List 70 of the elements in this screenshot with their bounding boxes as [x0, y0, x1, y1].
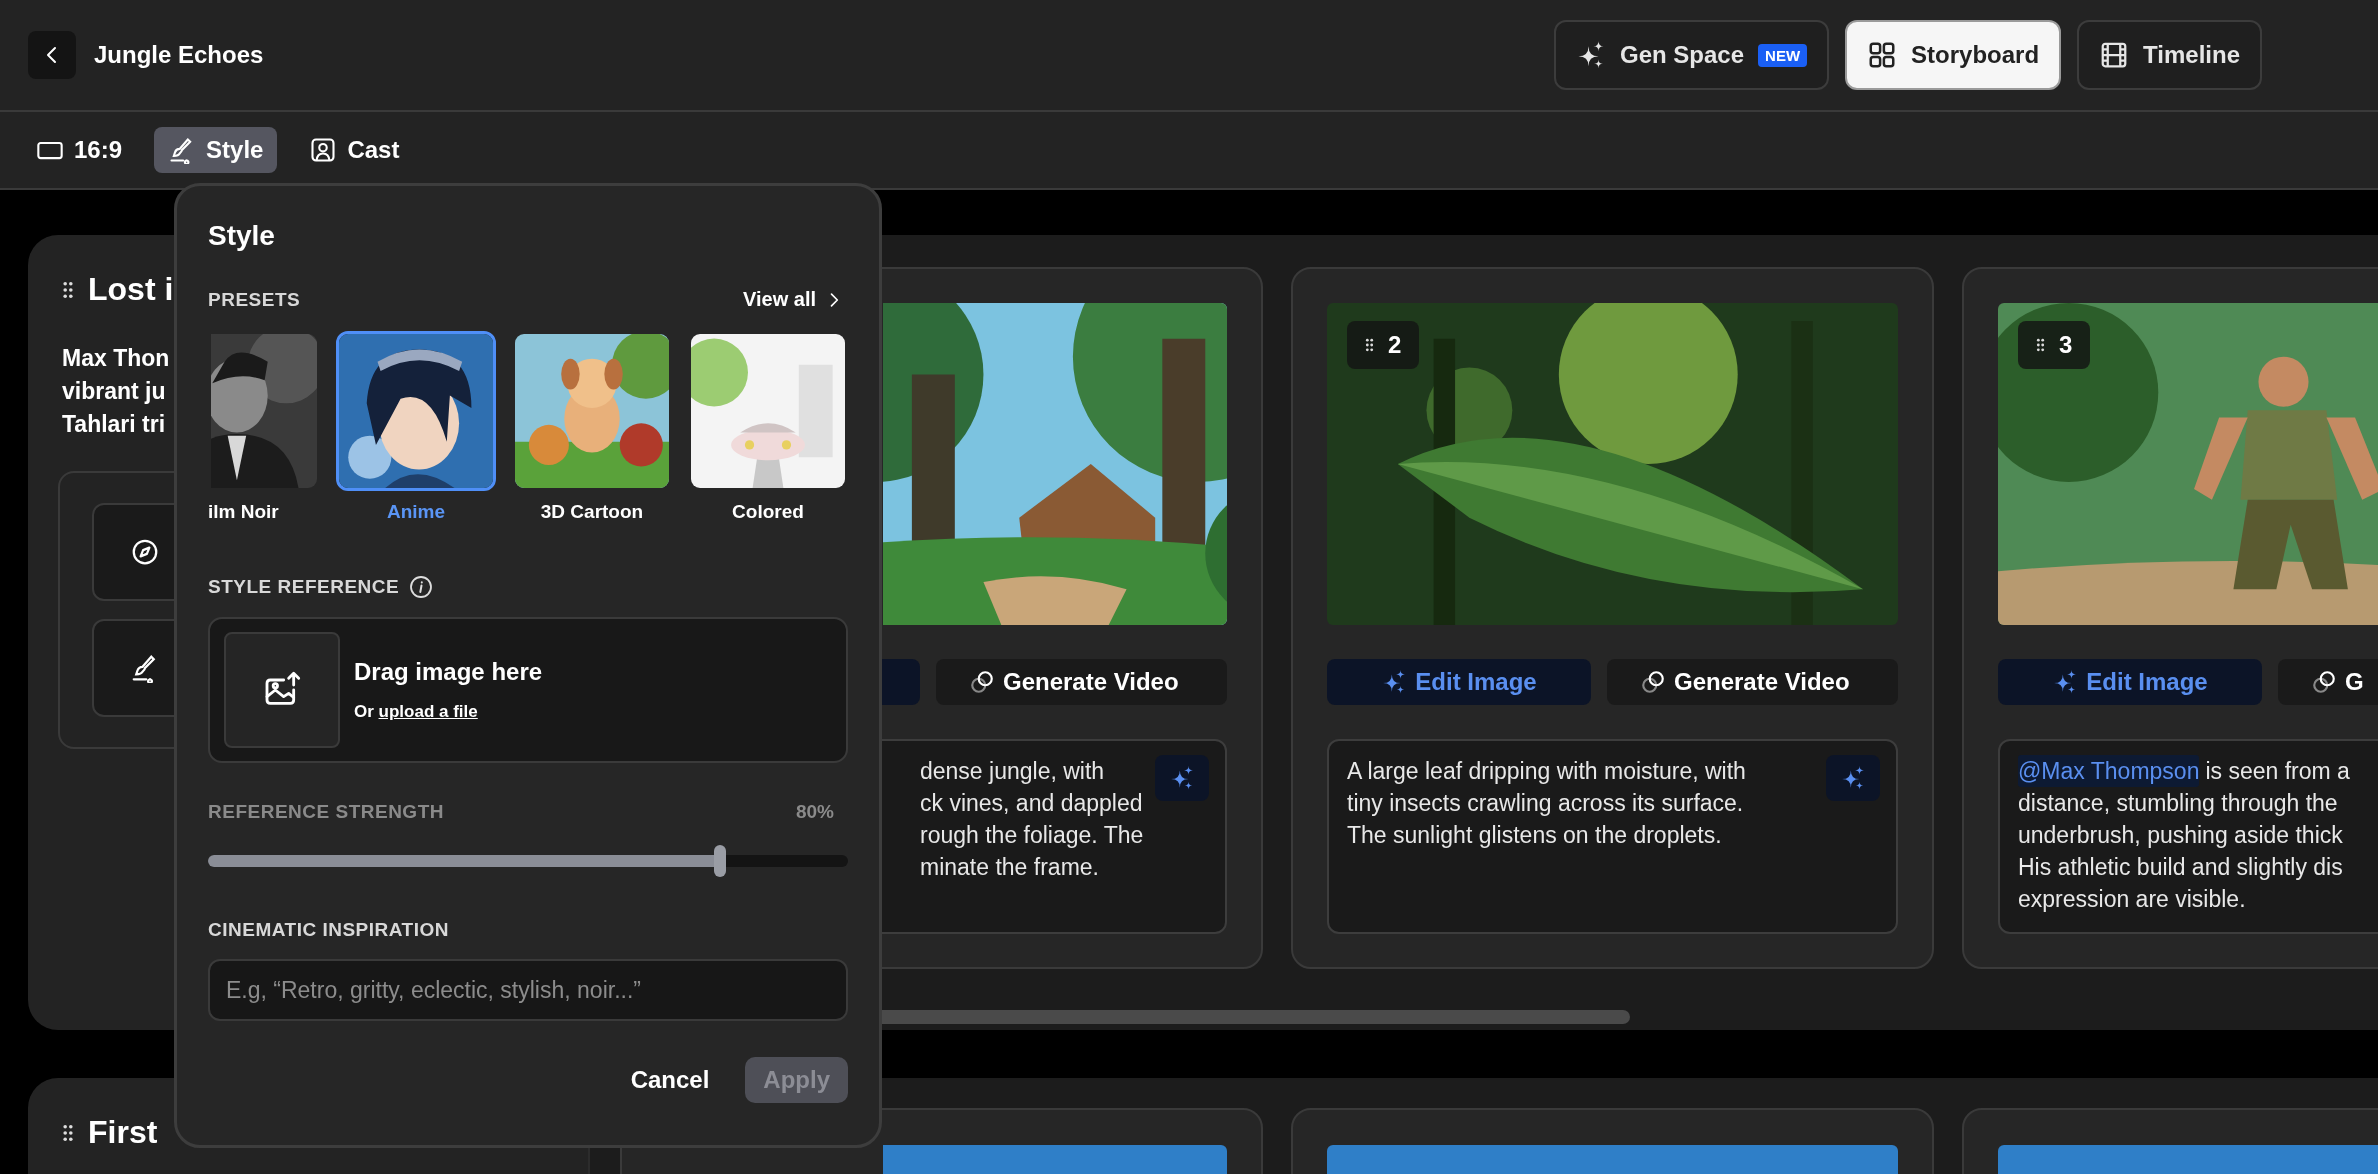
prompt-line: dense jungle, with — [920, 757, 1105, 786]
view-tab[interactable]: Gen Space NEW — [1554, 20, 1830, 90]
drag-handle-icon[interactable] — [62, 1123, 74, 1142]
prompt-box[interactable]: A large leaf dripping with moisture, with tiny insects crawling across its surface. The sunlight glistens on the droplets. — [1327, 739, 1898, 934]
grid-icon — [1867, 40, 1898, 70]
scene-description-line: Tahlari tri — [62, 410, 166, 439]
shot-number: 3 — [2059, 331, 2073, 359]
upload-hint: Or upload a file — [354, 702, 479, 722]
image-dropzone[interactable]: Drag image here Or upload a file — [208, 617, 848, 763]
preset-label: Colored — [732, 501, 804, 523]
new-badge: NEW — [1758, 43, 1808, 67]
prompt-line: underbrush, pushing aside thick — [2018, 821, 2343, 850]
drag-handle-icon[interactable] — [62, 280, 74, 299]
scene-title: First — [88, 1114, 158, 1151]
prompt-line: His athletic build and slightly dis — [2018, 853, 2343, 882]
shot-number-badge[interactable]: 2 — [1347, 321, 1420, 369]
cancel-button[interactable]: Cancel — [612, 1057, 728, 1103]
scene-description-line: vibrant ju — [62, 377, 166, 406]
view-tab[interactable]: Timeline — [2077, 20, 2262, 90]
prompt-line: expression are visible. — [2018, 885, 2246, 914]
toolbar-button[interactable]: Cast — [295, 127, 414, 173]
popover-title: Style — [208, 220, 276, 252]
section-label: PRESETS — [208, 288, 301, 311]
view-tab[interactable]: Storyboard — [1845, 20, 2062, 90]
person-square-icon — [309, 136, 338, 164]
preset-label: 3D Cartoon — [540, 501, 644, 523]
drag-handle-icon — [1365, 338, 1374, 352]
style-preset[interactable]: 3D Cartoon — [512, 331, 672, 523]
scene-title: Lost i — [88, 271, 174, 308]
compass-icon — [130, 537, 160, 567]
generate-video-button[interactable]: Generate Video — [936, 659, 1227, 705]
style-preset[interactable]: ilm Noir — [208, 331, 320, 523]
shot-number-badge[interactable]: 3 — [2018, 321, 2091, 369]
view-all-link[interactable]: View all — [743, 288, 844, 311]
edit-image-button[interactable]: Edit Image — [1998, 659, 2262, 705]
info-icon[interactable] — [409, 575, 434, 599]
mention-tag[interactable]: @Max Thompson — [2018, 755, 2200, 787]
edit-image-button[interactable]: Edit Image — [1327, 659, 1591, 705]
rings-icon — [1640, 669, 1666, 695]
dropzone-title: Drag image here — [354, 658, 543, 686]
scene-description-line: Max Thon — [62, 344, 170, 373]
prompt-line: ck vines, and dappled — [920, 789, 1143, 818]
section-label: STYLE REFERENCE — [208, 576, 400, 598]
generate-video-button[interactable]: Generate Video — [1607, 659, 1898, 705]
style-preset[interactable]: Colored — [688, 331, 848, 523]
upload-link[interactable]: upload a file — [378, 702, 478, 721]
project-title: Jungle Echoes — [94, 41, 264, 69]
enhance-button[interactable] — [1826, 755, 1880, 801]
strength-slider[interactable] — [208, 845, 848, 877]
shot-number: 2 — [1388, 331, 1402, 359]
inspiration-field[interactable]: E.g, “Retro, gritty, eclectic, stylish, noir...” — [208, 959, 848, 1021]
generate-video-button[interactable]: G — [2278, 659, 2378, 705]
section-label: REFERENCE STRENGTH — [208, 801, 444, 823]
prompt-line: is seen from a — [2205, 757, 2350, 786]
strength-value: 80% — [795, 801, 834, 823]
prompt-line: minate the frame. — [920, 853, 1099, 882]
preset-label: ilm Noir — [208, 501, 279, 523]
toolbar-button[interactable]: 16:9 — [22, 127, 137, 173]
prompt-line: rough the foliage. The — [920, 821, 1144, 850]
prompt-box[interactable]: @Max Thompson is seen from a distance, stumbling through the underbrush, pushing aside thick His athletic build and slightly dis expression are visible. — [1998, 739, 2378, 934]
toolbar-button[interactable]: Style — [154, 127, 278, 173]
slider-thumb[interactable] — [714, 845, 726, 877]
enhance-button[interactable] — [1155, 755, 1209, 801]
preset-label: Anime — [386, 501, 446, 523]
prompt-line: distance, stumbling through the — [2018, 789, 2338, 818]
rings-icon — [2311, 669, 2337, 695]
rings-icon — [969, 669, 995, 695]
prompt-text: A large leaf dripping with moisture, with tiny insects crawling across its surface. The sunlight glistens on the droplets. — [1347, 757, 1747, 850]
section-label: CINEMATIC INSPIRATION — [208, 919, 449, 940]
drag-handle-icon — [2036, 338, 2045, 352]
